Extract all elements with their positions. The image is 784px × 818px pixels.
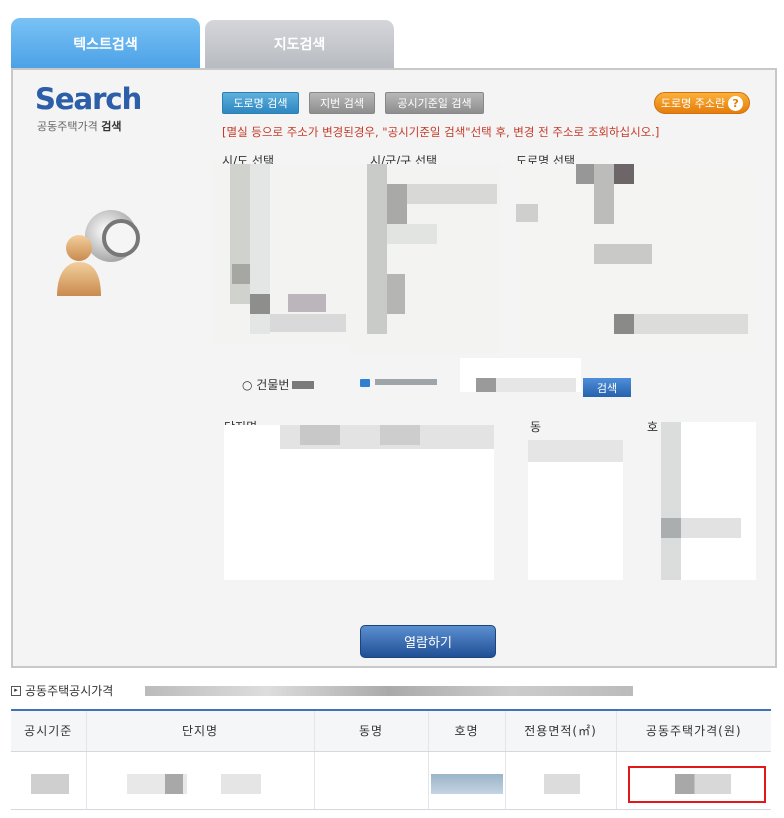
complex-listbox[interactable] <box>224 425 494 580</box>
sigungu-listbox[interactable] <box>351 164 501 354</box>
redacted-option <box>375 379 437 385</box>
person-search-icon <box>57 210 140 296</box>
price-highlight-box <box>628 766 766 803</box>
cell-complex-name <box>86 751 315 810</box>
dong-label: 동 <box>530 420 542 434</box>
selected-radio[interactable] <box>360 379 370 387</box>
building-search-button[interactable]: 검색 <box>583 378 631 397</box>
logo-subtitle: 공동주택가격 검색 <box>37 118 121 134</box>
tab-map-search[interactable]: 지도검색 <box>205 20 394 68</box>
building-number-label: ○ 건물번 <box>242 378 290 392</box>
road-search-button[interactable]: 도로명 검색 <box>222 92 299 114</box>
redacted-description <box>145 685 634 696</box>
search-panel: Search 공동주택가격 검색 도로명 검색 지번 검색 공시기준일 검색 도… <box>11 68 777 668</box>
road-address-help-button[interactable]: 도로명 주소란 ? <box>654 92 750 114</box>
cell-base-date <box>11 751 87 810</box>
sido-listbox[interactable] <box>212 164 352 344</box>
notice-text: [멸실 등으로 주소가 변경된경우, "공시기준일 검색"선택 후, 변경 전 … <box>222 125 660 139</box>
header-base-date: 공시기준 <box>11 709 87 752</box>
ho-label: 호 <box>647 420 659 434</box>
jibun-search-button[interactable]: 지번 검색 <box>309 92 375 114</box>
building-search-input[interactable] <box>460 358 581 392</box>
view-button[interactable]: 열람하기 <box>360 625 496 658</box>
header-price: 공동주택가격(원) <box>616 709 771 752</box>
question-icon: ? <box>728 95 744 111</box>
header-ho: 호명 <box>428 709 506 752</box>
arrow-box-icon: ▸ <box>11 685 21 696</box>
header-complex-name: 단지명 <box>86 709 315 752</box>
dong-listbox[interactable] <box>528 440 623 580</box>
header-dong: 동명 <box>314 709 429 752</box>
road-address-help-label: 도로명 주소란 <box>660 97 726 110</box>
header-area: 전용면적(㎡) <box>505 709 617 752</box>
tab-text-search-label: 텍스트검색 <box>73 37 138 53</box>
redacted-text <box>292 380 315 389</box>
section-title: ▸ 공동주택공시가격 <box>11 682 634 699</box>
cell-ho <box>428 751 506 810</box>
logo-title: Search <box>35 82 142 116</box>
table-header-row: 공시기준 단지명 동명 호명 전용면적(㎡) 공동주택가격(원) <box>11 709 771 752</box>
cell-area <box>505 751 617 810</box>
ho-listbox[interactable] <box>661 422 756 580</box>
cell-dong <box>314 751 429 810</box>
section-title-label: 공동주택공시가격 <box>25 684 114 698</box>
tab-map-search-label: 지도검색 <box>273 37 326 53</box>
road-listbox[interactable] <box>516 164 756 354</box>
tab-text-search[interactable]: 텍스트검색 <box>11 18 200 70</box>
logo-subtitle-prefix: 공동주택가격 <box>37 120 102 133</box>
building-number-option[interactable]: ○ 건물번 <box>242 376 315 393</box>
logo-subtitle-bold: 검색 <box>101 120 122 133</box>
date-search-button[interactable]: 공시기준일 검색 <box>385 92 484 114</box>
